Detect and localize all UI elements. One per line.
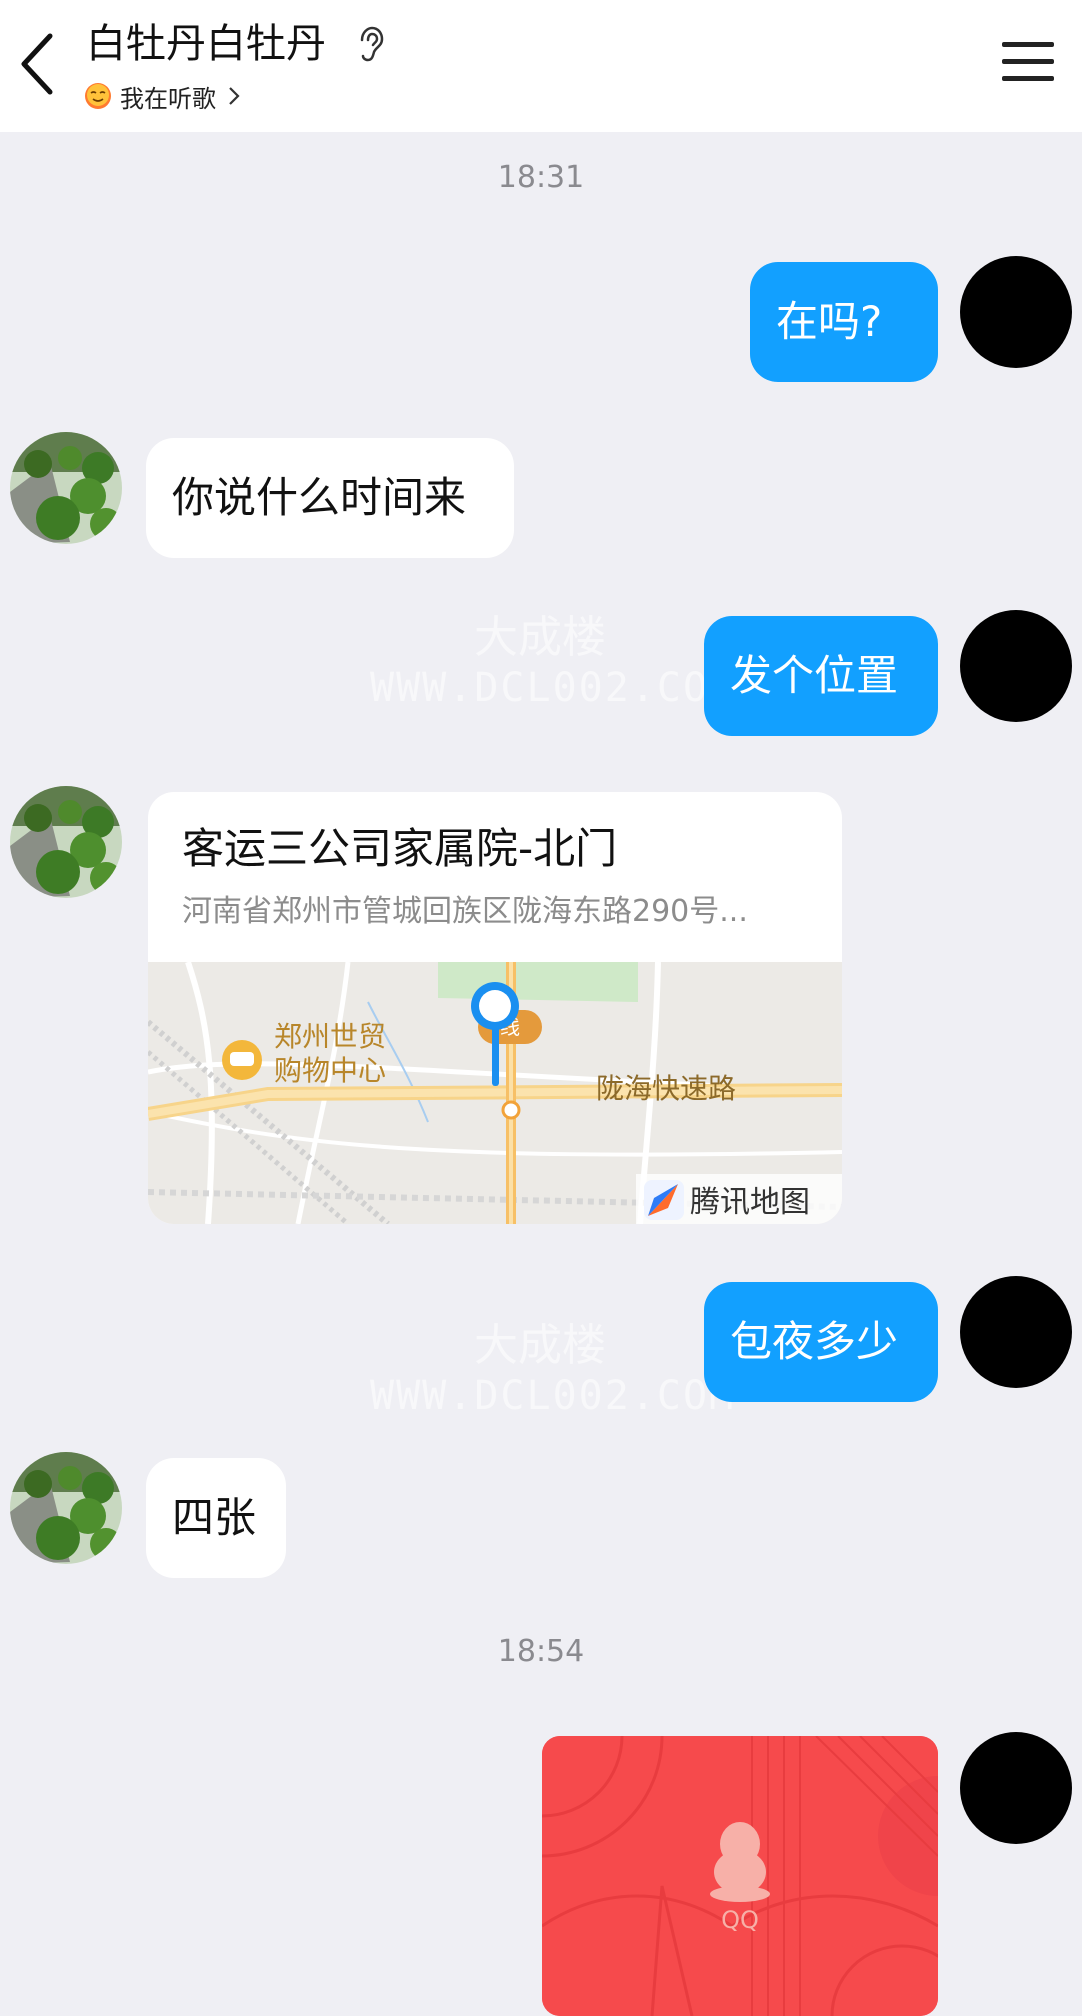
watermark: 大成楼 WWW.DCL002.COM <box>370 612 736 711</box>
chat-header: 白牡丹白牡丹 我在听歌 <box>0 0 1082 132</box>
watermark: 大成楼 WWW.DCL002.COM <box>370 1320 736 1419</box>
location-card[interactable]: 客运三公司家属院-北门 河南省郑州市管城回族区陇海东路290号... 线 郑州世… <box>148 792 842 1224</box>
timestamp: 18:54 <box>497 1634 585 1669</box>
timestamp: 18:31 <box>497 160 585 195</box>
tencent-map-logo-icon: 腾讯地图 <box>636 1174 842 1224</box>
avatar[interactable] <box>10 432 122 544</box>
location-map[interactable]: 线 郑州世贸 购物中心 陇海快速路 腾讯地图 <box>148 962 842 1224</box>
location-address: 河南省郑州市管城回族区陇海东路290号... <box>182 894 748 929</box>
map-poi-line1: 郑州世贸 <box>274 1020 386 1053</box>
status-line[interactable]: 我在听歌 <box>84 78 242 114</box>
back-arrow-icon[interactable] <box>10 24 66 104</box>
location-title: 客运三公司家属院-北门 <box>182 824 618 873</box>
message-bubble-received[interactable]: 四张 <box>146 1458 286 1578</box>
red-packet-art: QQ <box>542 1736 938 2016</box>
map-brand-label: 腾讯地图 <box>690 1185 810 1220</box>
ear-icon[interactable] <box>356 26 386 66</box>
avatar[interactable] <box>10 786 122 898</box>
red-packet-label: QQ <box>721 1906 759 1934</box>
map-road-label: 陇海快速路 <box>596 1072 736 1105</box>
red-packet-message[interactable]: QQ <box>542 1736 938 2016</box>
avatar[interactable] <box>960 610 1072 722</box>
message-bubble-sent[interactable]: 在吗? <box>750 262 938 382</box>
message-bubble-sent[interactable]: 发个位置 <box>704 616 938 736</box>
music-emoji-icon <box>85 83 111 109</box>
avatar[interactable] <box>960 1732 1072 1844</box>
chevron-right-icon <box>229 87 240 105</box>
avatar[interactable] <box>960 1276 1072 1388</box>
menu-icon[interactable] <box>1000 38 1056 86</box>
contact-name[interactable]: 白牡丹白牡丹 <box>86 18 326 70</box>
avatar[interactable] <box>10 1452 122 1564</box>
avatar[interactable] <box>960 256 1072 368</box>
status-text: 我在听歌 <box>120 84 216 113</box>
map-poi-line2: 购物中心 <box>274 1054 386 1087</box>
message-bubble-received[interactable]: 你说什么时间来 <box>146 438 514 558</box>
message-bubble-sent[interactable]: 包夜多少 <box>704 1282 938 1402</box>
